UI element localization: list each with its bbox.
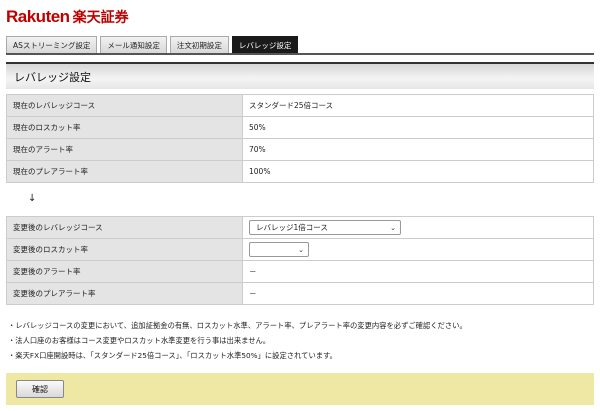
chevron-down-icon: ⌄ — [390, 224, 396, 232]
current-alert-label: 現在のアラート率 — [6, 138, 243, 161]
footer-action-bar: 確認 — [6, 373, 594, 405]
new-alert-value: － — [242, 260, 594, 283]
table-row: 変更後のプレアラート率 － — [6, 282, 594, 305]
brand-name-en: Rakuten — [6, 7, 70, 26]
table-row: 変更後のロスカット率 ⌄ — [6, 238, 594, 261]
current-leverage-value: スタンダード25倍コース — [242, 94, 594, 117]
new-prealert-label: 変更後のプレアラート率 — [6, 282, 243, 305]
note-line: ・楽天FX口座開設時は、「スタンダード25倍コース」、「ロスカット水準50%」に… — [8, 351, 337, 360]
new-leverage-label: 変更後のレバレッジコース — [6, 216, 243, 239]
current-alert-value: 70% — [242, 138, 594, 161]
note-line: ・法人口座のお客様はコース変更やロスカット水準変更を行う事は出来ません。 — [8, 336, 271, 345]
current-losscut-label: 現在のロスカット率 — [6, 116, 243, 139]
new-losscut-label: 変更後のロスカット率 — [6, 238, 243, 261]
page-title: レバレッジ設定 — [14, 70, 91, 84]
rakuten-logo: Rakuten 楽天証券 — [6, 6, 129, 28]
current-leverage-label: 現在のレバレッジコース — [6, 94, 243, 117]
table-row: 現在のプレアラート率 100% — [6, 160, 594, 183]
new-settings-table: 変更後のレバレッジコース レバレッジ1倍コース ⌄ 変更後のロスカット率 ⌄ 変… — [6, 216, 594, 305]
table-row: 変更後のレバレッジコース レバレッジ1倍コース ⌄ — [6, 216, 594, 239]
down-arrow-icon: ↓ — [28, 193, 37, 204]
current-settings-table: 現在のレバレッジコース スタンダード25倍コース 現在のロスカット率 50% 現… — [6, 94, 594, 183]
chevron-down-icon: ⌄ — [298, 246, 304, 254]
leverage-course-select[interactable]: レバレッジ1倍コース ⌄ — [249, 220, 401, 235]
current-prealert-label: 現在のプレアラート率 — [6, 160, 243, 183]
confirm-button[interactable]: 確認 — [16, 380, 64, 398]
page-header: レバレッジ設定 — [6, 62, 594, 89]
tab-email-notification[interactable]: メール通知設定 — [100, 36, 167, 53]
tab-streaming-settings[interactable]: ASストリーミング設定 — [6, 36, 98, 53]
new-prealert-value: － — [242, 282, 594, 305]
table-row: 変更後のアラート率 － — [6, 260, 594, 283]
tab-order-defaults[interactable]: 注文初期設定 — [169, 36, 229, 53]
table-row: 現在のロスカット率 50% — [6, 116, 594, 139]
note-line: ・レバレッジコースの変更において、追加証拠金の有無、ロスカット水準、アラート率、… — [8, 321, 467, 330]
current-losscut-value: 50% — [242, 116, 594, 139]
losscut-rate-select[interactable]: ⌄ — [249, 242, 309, 257]
notes: ・レバレッジコースの変更において、追加証拠金の有無、ロスカット水準、アラート率、… — [8, 318, 467, 363]
brand-name-jp: 楽天証券 — [72, 10, 129, 26]
current-prealert-value: 100% — [242, 160, 594, 183]
tab-divider — [6, 53, 594, 55]
tab-leverage-settings[interactable]: レバレッジ設定 — [231, 36, 299, 53]
table-row: 現在のアラート率 70% — [6, 138, 594, 161]
table-row: 現在のレバレッジコース スタンダード25倍コース — [6, 94, 594, 117]
leverage-course-selected: レバレッジ1倍コース — [256, 223, 328, 232]
new-alert-label: 変更後のアラート率 — [6, 260, 243, 283]
settings-tabs: ASストリーミング設定 メール通知設定 注文初期設定 レバレッジ設定 — [6, 36, 299, 53]
